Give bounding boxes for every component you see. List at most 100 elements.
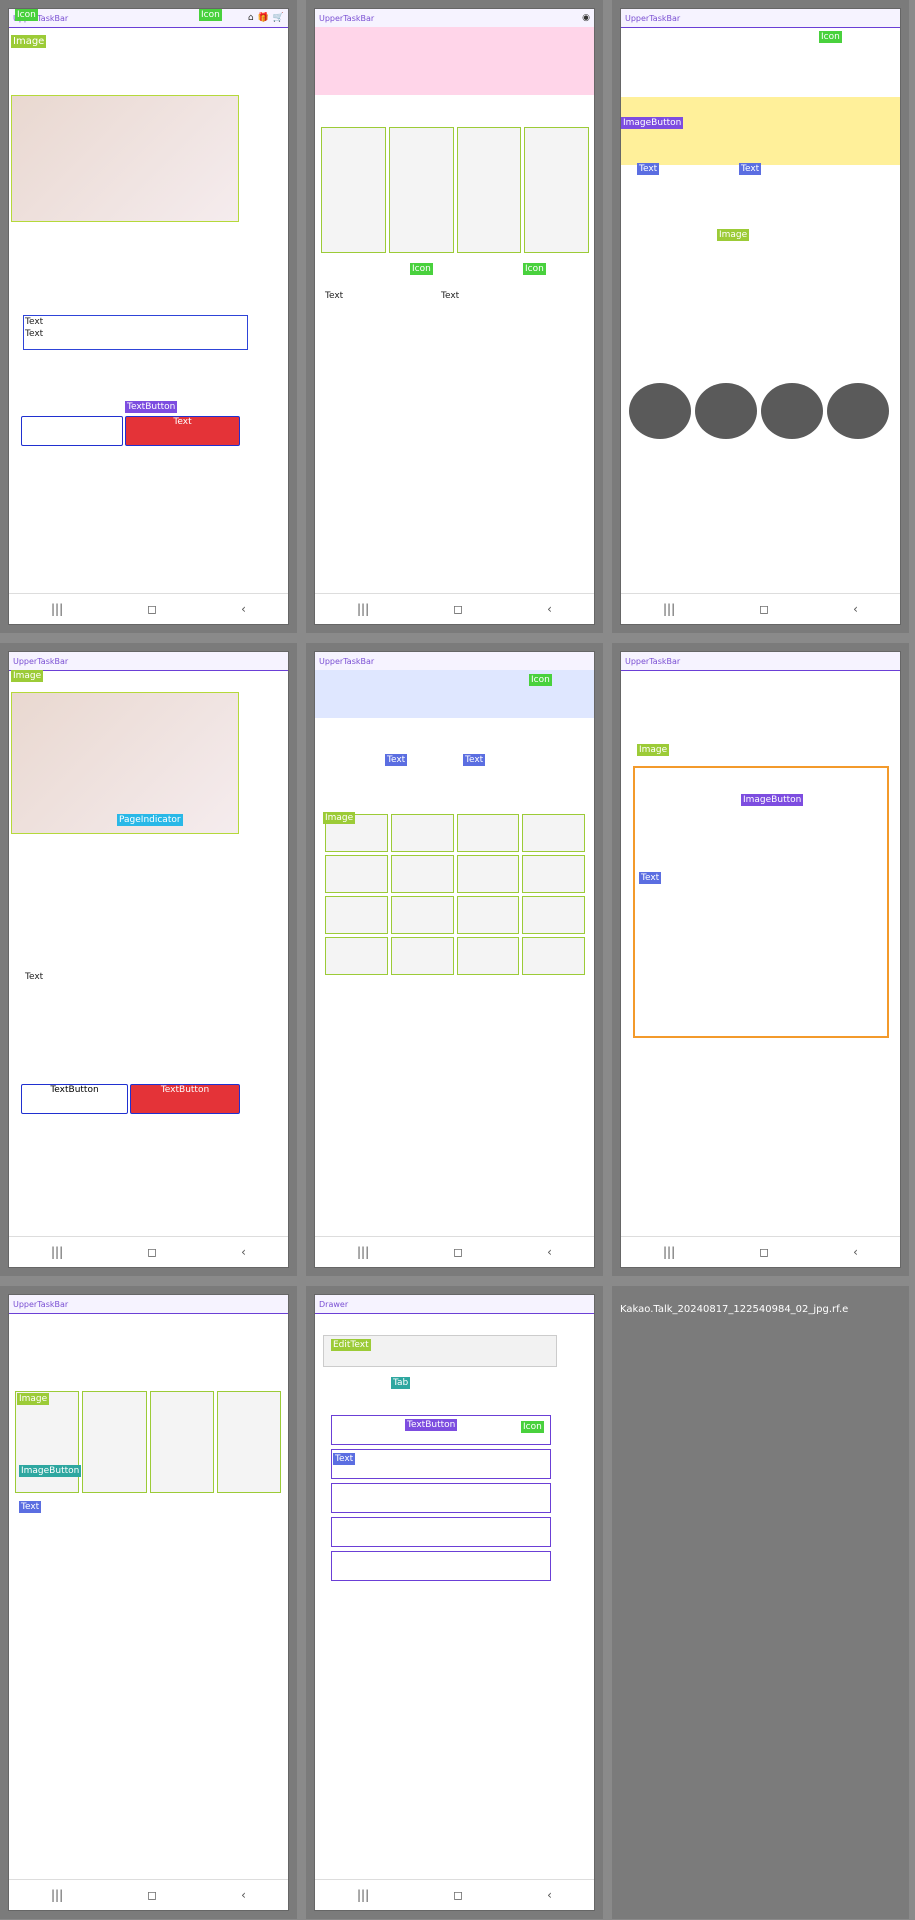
bottom-nav-4: ||| ◻ ‹	[9, 1236, 288, 1267]
category-circle-3[interactable]	[761, 383, 823, 439]
recent-apps-icon[interactable]: |||	[663, 1245, 675, 1259]
header-icons-2: ◉	[582, 13, 590, 23]
header-title-8: Drawer	[319, 1299, 349, 1309]
category-item-16[interactable]	[522, 937, 585, 975]
bottom-nav-5: ||| ◻ ‹	[315, 1236, 594, 1267]
page-indicator-4: PageIndicator	[117, 814, 183, 826]
back-icon[interactable]: ‹	[241, 602, 246, 616]
home-icon[interactable]: ◻	[453, 1888, 463, 1902]
recent-apps-icon[interactable]: |||	[357, 1245, 369, 1259]
category-item-2[interactable]	[390, 814, 454, 852]
text-tag-5b: Text	[463, 754, 486, 766]
panel-2: UpperTaskBar ◉ Text Text Icon Icon ||| ◻…	[306, 0, 603, 633]
home-icon[interactable]: ◻	[759, 602, 769, 616]
category-item-7[interactable]	[456, 855, 520, 893]
home-icon[interactable]: ◻	[147, 1888, 157, 1902]
image-label-1: Image	[11, 35, 47, 48]
category-circle-2[interactable]	[695, 383, 757, 439]
product-image-4[interactable]	[216, 1391, 281, 1493]
product-grid-2	[321, 127, 589, 253]
category-item-8[interactable]	[522, 855, 585, 893]
home-icon[interactable]: ◻	[759, 1245, 769, 1259]
menu-row-4[interactable]	[331, 1517, 551, 1547]
home-icon[interactable]: ◻	[147, 602, 157, 616]
category-row-3	[629, 383, 889, 439]
bottom-nav-6: ||| ◻ ‹	[621, 1236, 900, 1267]
category-circle-1[interactable]	[629, 383, 691, 439]
menu-row-3[interactable]	[331, 1483, 551, 1513]
recent-apps-icon[interactable]: |||	[357, 1888, 369, 1902]
home-icon[interactable]: ◻	[453, 602, 463, 616]
category-item-4[interactable]	[522, 814, 585, 852]
back-icon[interactable]: ‹	[547, 1888, 552, 1902]
home-icon[interactable]: ◻	[147, 1245, 157, 1259]
text-tag-7: Text	[19, 1501, 42, 1513]
category-item-5[interactable]	[325, 855, 388, 893]
recent-apps-icon[interactable]: |||	[51, 1888, 63, 1902]
category-item-14[interactable]	[390, 937, 454, 975]
screenshot-grid: UpperTaskBar ⌂ 🎁 🛒 Image Text Text Text …	[0, 0, 915, 1920]
secondary-button-1[interactable]	[21, 416, 123, 446]
text-tag-6: Text	[639, 872, 662, 884]
category-circle-4[interactable]	[827, 383, 889, 439]
image-button-tag-3: ImageButton	[621, 117, 684, 129]
menu-row-5[interactable]	[331, 1551, 551, 1581]
product-image-2[interactable]	[82, 1391, 147, 1493]
back-icon[interactable]: ‹	[241, 1888, 246, 1902]
desc-4: Text	[25, 972, 44, 982]
secondary-button-4[interactable]: TextButton	[21, 1084, 128, 1114]
panel-7: UpperTaskBar Image ImageButton Text ||| …	[0, 1286, 297, 1919]
header-title-3: UpperTaskBar	[625, 13, 681, 23]
category-item-15[interactable]	[456, 937, 520, 975]
back-icon[interactable]: ‹	[853, 1245, 858, 1259]
buy-button-1[interactable]: Text	[125, 416, 240, 446]
recent-apps-icon[interactable]: |||	[357, 602, 369, 616]
panel-9: Kakao.Talk_20240817_122540984_02_jpg.rf.…	[612, 1286, 909, 1919]
category-item-11[interactable]	[456, 896, 520, 934]
bottom-nav-7: ||| ◻ ‹	[9, 1879, 288, 1910]
back-icon[interactable]: ‹	[241, 1245, 246, 1259]
icon-tag-3: Icon	[819, 31, 842, 43]
cart-icon[interactable]: 🛒	[273, 13, 284, 23]
panel-6: UpperTaskBar Image ImageButton Text ||| …	[612, 643, 909, 1276]
product-image-3[interactable]	[149, 1391, 214, 1493]
header-2: UpperTaskBar ◉	[315, 9, 594, 28]
category-item-10[interactable]	[390, 896, 454, 934]
cart-icon-2: Icon	[523, 263, 546, 275]
bottom-nav-8: ||| ◻ ‹	[315, 1879, 594, 1910]
phone-screen-3: UpperTaskBar Image Text Text Icon ImageB…	[620, 8, 901, 625]
camera-icon[interactable]: ◉	[582, 13, 590, 23]
recent-apps-icon[interactable]: |||	[663, 602, 675, 616]
panel-4: UpperTaskBar Image PageIndicator Text Te…	[0, 643, 297, 1276]
text-tag-3: Text	[637, 163, 660, 175]
product-subtitle-1: Text	[25, 329, 44, 339]
recent-apps-icon[interactable]: |||	[51, 602, 63, 616]
back-icon[interactable]: ‹	[547, 1245, 552, 1259]
category-item-13[interactable]	[325, 937, 388, 975]
product-image-1[interactable]	[15, 1391, 80, 1493]
price-2: Text	[441, 291, 460, 301]
menu-row-2[interactable]	[331, 1449, 551, 1479]
category-item-3[interactable]	[456, 814, 520, 852]
back-icon[interactable]: ‹	[547, 602, 552, 616]
buy-button-4[interactable]: TextButton	[130, 1084, 240, 1114]
header-title-6: UpperTaskBar	[625, 656, 681, 666]
product-card-4[interactable]	[524, 127, 589, 253]
product-card-1[interactable]	[321, 127, 386, 253]
menu-list-8	[331, 1415, 551, 1581]
header-1: UpperTaskBar ⌂ 🎁 🛒	[9, 9, 288, 28]
back-icon[interactable]: ‹	[853, 602, 858, 616]
recent-apps-icon[interactable]: |||	[51, 1245, 63, 1259]
header-icons-1: ⌂ 🎁 🛒	[248, 13, 284, 23]
category-item-9[interactable]	[325, 896, 388, 934]
home-icon[interactable]: ◻	[453, 1245, 463, 1259]
phone-screen-1: UpperTaskBar ⌂ 🎁 🛒 Image Text Text Text …	[8, 8, 289, 625]
home-icon[interactable]: ⌂	[248, 13, 254, 23]
category-item-12[interactable]	[522, 896, 585, 934]
gift-icon[interactable]: 🎁	[258, 13, 269, 23]
product-card-2[interactable]	[388, 127, 454, 253]
image-tag-5: Image	[323, 812, 356, 824]
bottom-nav-3: ||| ◻ ‹	[621, 593, 900, 624]
product-card-3[interactable]	[456, 127, 522, 253]
category-item-6[interactable]	[390, 855, 454, 893]
